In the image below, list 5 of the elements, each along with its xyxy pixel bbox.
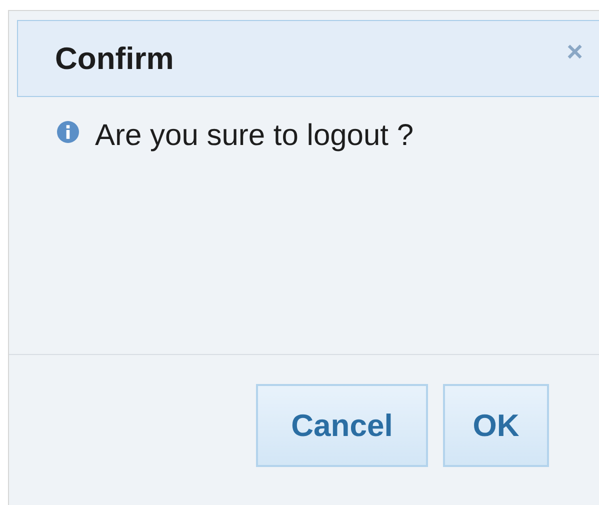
message-text: Are you sure to logout ?: [95, 119, 414, 153]
info-icon: [57, 121, 79, 143]
ok-button[interactable]: OK: [443, 384, 549, 467]
cancel-button[interactable]: Cancel: [256, 384, 428, 467]
dialog-title: Confirm: [55, 40, 174, 76]
